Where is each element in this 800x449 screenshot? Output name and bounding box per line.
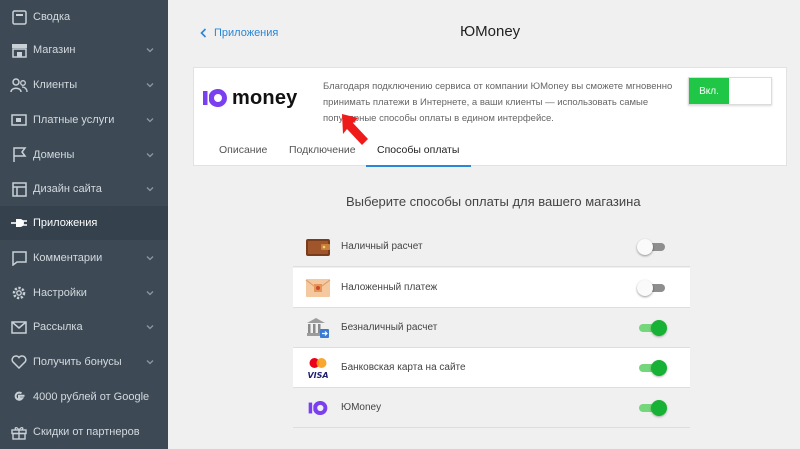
sidebar-item-label: 4000 рублей от Google: [33, 391, 150, 403]
back-link-label: Приложения: [214, 27, 279, 39]
sidebar-item-label: Клиенты: [33, 79, 78, 91]
sidebar-item-partner-discounts[interactable]: Скидки от партнеров: [0, 415, 168, 449]
yoomoney-logo-icon: [203, 89, 227, 107]
payment-method-row[interactable]: Безналичный расчет: [293, 308, 690, 348]
chevron-down-icon: [146, 48, 154, 53]
sidebar-item-mailing[interactable]: Рассылка: [0, 310, 168, 344]
payment-method-label: ЮMoney: [341, 402, 382, 413]
sidebar-item-label: Платные услуги: [33, 114, 115, 126]
payment-method-label: Наложенный платеж: [341, 282, 438, 293]
toggle-on-label: Вкл.: [689, 78, 729, 104]
payment-method-row[interactable]: ЮMoney: [293, 388, 690, 428]
sidebar-item-google[interactable]: 4000 рублей от Google: [0, 380, 168, 414]
active-tab-indicator: [366, 165, 471, 167]
wallet-icon: [10, 111, 28, 129]
sidebar-item-label: Комментарии: [33, 252, 103, 264]
mail-icon: [10, 318, 28, 336]
payment-methods-title: Выберите способы оплаты для вашего магаз…: [346, 194, 641, 209]
red-arrow-annotation: [342, 114, 368, 145]
chevron-down-icon: [146, 291, 154, 296]
chevron-left-icon: [200, 28, 207, 38]
yoomoney-icon: [305, 397, 331, 419]
payment-method-toggle[interactable]: [637, 399, 667, 417]
sidebar-item-settings[interactable]: Настройки: [0, 276, 168, 310]
tab-payment-methods[interactable]: Способы оплаты: [377, 144, 459, 156]
tab-description[interactable]: Описание: [219, 144, 267, 156]
sidebar-item-comments[interactable]: Комментарии: [0, 241, 168, 275]
sidebar-item-clients[interactable]: Клиенты: [0, 68, 168, 102]
dashboard-icon: [10, 8, 28, 26]
svg-text:VISA: VISA: [307, 371, 328, 380]
payment-method-row[interactable]: Наложенный платеж: [293, 268, 690, 308]
payment-method-label: Безналичный расчет: [341, 322, 438, 333]
payment-method-toggle[interactable]: [637, 238, 667, 256]
chevron-down-icon: [146, 325, 154, 330]
flag-icon: [10, 146, 28, 164]
sidebar-item-bonuses[interactable]: Получить бонусы: [0, 345, 168, 379]
payment-method-label: Наличный расчет: [341, 241, 423, 252]
payment-method-toggle[interactable]: [637, 359, 667, 377]
comment-icon: [10, 249, 28, 267]
app-description: Благодаря подключению сервиса от компани…: [323, 81, 673, 124]
chevron-down-icon: [146, 256, 154, 261]
sidebar-item-paid-services[interactable]: Платные услуги: [0, 103, 168, 137]
envelope-icon: [305, 277, 331, 299]
wallet-icon: [305, 236, 331, 258]
gear-icon: [10, 284, 28, 302]
app-logo: money: [198, 68, 303, 128]
google-icon: [10, 388, 28, 406]
sidebar-item-label: Сводка: [33, 11, 71, 23]
sidebar-item-apps[interactable]: Приложения: [0, 206, 168, 240]
payment-method-row[interactable]: VISA Банковская карта на сайте: [293, 348, 690, 388]
users-icon: [10, 76, 28, 94]
sidebar-item-label: Настройки: [33, 287, 87, 299]
sidebar-item-label: Получить бонусы: [33, 356, 122, 368]
layout-icon: [10, 180, 28, 198]
chevron-down-icon: [146, 187, 154, 192]
sidebar-item-site-design[interactable]: Дизайн сайта: [0, 172, 168, 206]
sidebar-item-label: Магазин: [33, 44, 76, 56]
plug-icon: [10, 214, 28, 232]
sidebar-item-label: Домены: [33, 149, 75, 161]
sidebar-item-label: Скидки от партнеров: [33, 426, 140, 438]
page-title: ЮMoney: [460, 23, 521, 40]
back-link[interactable]: Приложения: [200, 27, 278, 39]
sidebar-item-store[interactable]: Магазин: [0, 33, 168, 67]
payment-method-toggle[interactable]: [637, 319, 667, 337]
sidebar-item-dashboard[interactable]: Сводка: [0, 0, 168, 34]
chevron-down-icon: [146, 118, 154, 123]
app-card: money Благодаря подключению сервиса от к…: [193, 67, 788, 167]
store-icon: [10, 41, 28, 59]
chevron-down-icon: [146, 83, 154, 88]
payment-method-label: Банковская карта на сайте: [341, 362, 466, 373]
payment-method-row[interactable]: Наличный расчет: [293, 227, 690, 267]
gift-icon: [10, 423, 28, 441]
sidebar-item-domains[interactable]: Домены: [0, 138, 168, 172]
sidebar-item-label: Дизайн сайта: [33, 183, 102, 195]
card-icon: VISA: [305, 357, 331, 380]
sidebar: Сводка Магазин Клиенты Платные услуги До…: [0, 0, 168, 449]
tabs: Описание Подключение Способы оплаты: [194, 134, 788, 167]
logo-text: money: [232, 86, 298, 109]
payment-method-toggle[interactable]: [637, 279, 667, 297]
main-content: Приложения ЮMoney money Благодаря подклю…: [168, 0, 800, 449]
sidebar-item-label: Приложения: [33, 217, 98, 229]
chevron-down-icon: [146, 360, 154, 365]
chevron-down-icon: [146, 153, 154, 158]
sidebar-item-label: Рассылка: [33, 321, 83, 333]
app-enable-toggle[interactable]: Вкл.: [688, 77, 772, 105]
heart-icon: [10, 353, 28, 371]
bank-icon: [305, 317, 331, 339]
